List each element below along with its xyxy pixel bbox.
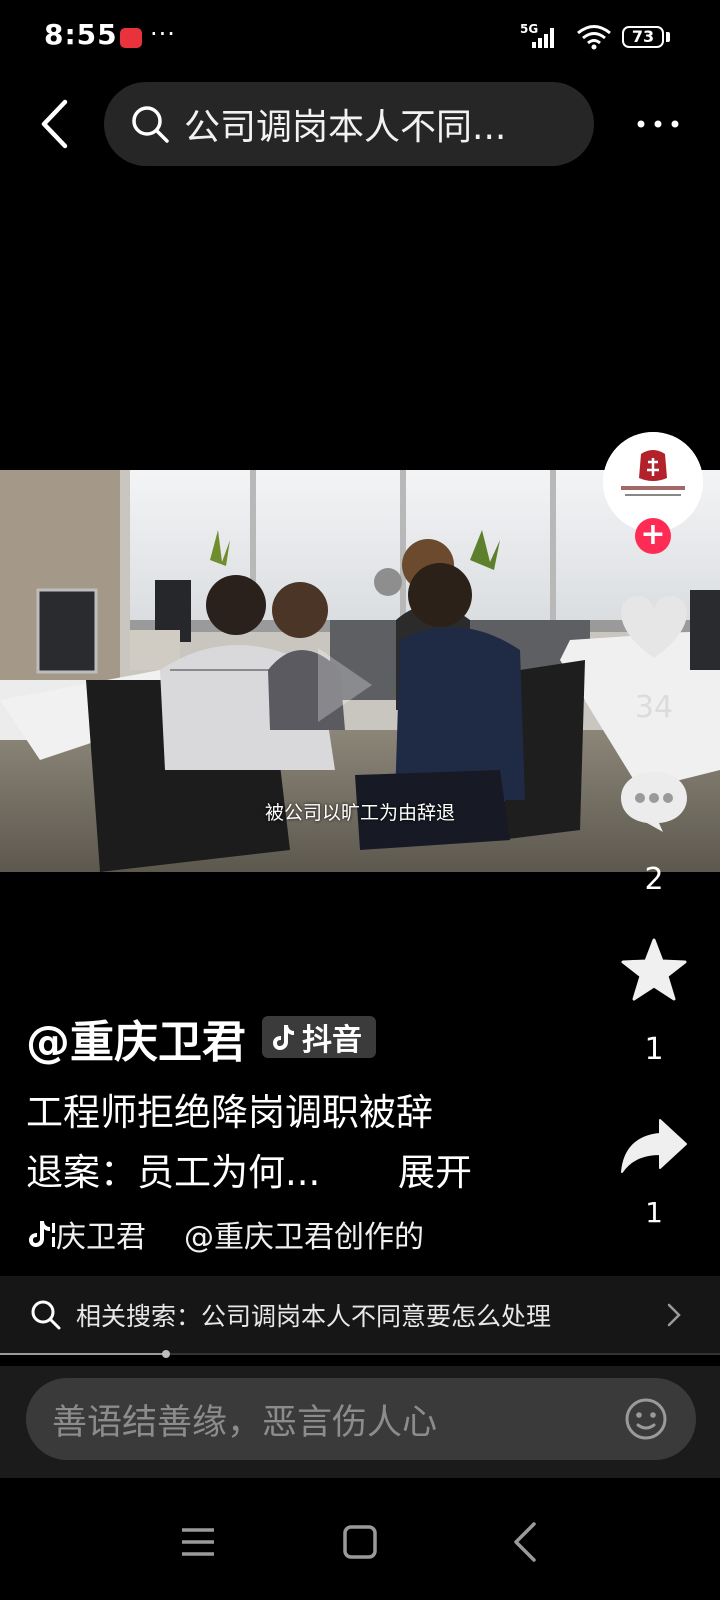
signal-icon: 5G (520, 22, 560, 54)
caption-line-1: 工程师拒绝降岗调职被辞 (26, 1091, 433, 1134)
video-progress-thumb[interactable] (161, 1350, 170, 1358)
expand-caption-button[interactable]: 展开 (398, 1142, 472, 1196)
status-time: 8:55 (44, 18, 118, 51)
share-button[interactable] (614, 1118, 694, 1174)
douyin-badge: 抖音 (262, 1016, 376, 1058)
chevron-right-icon (667, 1303, 681, 1327)
more-dots-icon (637, 120, 679, 128)
comment-placeholder: 善语结善缘，恶言伤人心 (52, 1402, 438, 1443)
battery-indicator: 73 (622, 26, 664, 48)
play-icon (310, 640, 380, 734)
menu-lines-icon (182, 1528, 214, 1556)
more-options-button[interactable] (628, 104, 688, 144)
related-search-bar[interactable]: 相关搜索：公司调岗本人不同意要怎么处理 (0, 1276, 720, 1354)
heart-icon (621, 596, 687, 658)
favorite-count: 1 (644, 1032, 664, 1067)
music-source: @重庆卫君创作的 (184, 1220, 424, 1255)
search-input[interactable]: 公司调岗本人不同... (104, 82, 594, 166)
wifi-icon (576, 24, 612, 54)
home-button[interactable] (340, 1522, 380, 1562)
notification-app-icon (120, 28, 142, 48)
emoji-icon (625, 1398, 667, 1440)
video-subtitle: 被公司以旷工为由辞退 (264, 802, 455, 824)
favorite-button[interactable] (614, 938, 694, 1002)
search-icon (130, 104, 170, 144)
douyin-badge-label: 抖音 (302, 1023, 362, 1058)
video-progress-fill (0, 1353, 166, 1355)
chevron-left-icon (41, 99, 68, 149)
battery-tip (666, 32, 670, 42)
share-arrow-icon (621, 1119, 687, 1173)
comment-button[interactable] (614, 770, 694, 834)
comment-count: 2 (644, 862, 664, 897)
network-type-label: 5G (520, 22, 538, 36)
star-icon (621, 938, 687, 1001)
emoji-button[interactable] (624, 1397, 668, 1441)
related-search-text: 相关搜索：公司调岗本人不同意要怎么处理 (76, 1302, 552, 1331)
music-author: 庆卫君 (56, 1220, 146, 1255)
back-button[interactable] (30, 94, 78, 154)
author-name[interactable]: @重庆卫君 (26, 1006, 246, 1070)
recent-apps-button[interactable] (178, 1522, 218, 1562)
like-count: 34 (634, 690, 674, 725)
douyin-note-icon (273, 1025, 294, 1050)
search-icon (31, 1300, 61, 1330)
share-count: 1 (645, 1196, 663, 1229)
follow-button[interactable]: + (635, 518, 671, 554)
search-query-text: 公司调岗本人不同... (184, 107, 507, 148)
caption-line-2: 退案：员工为何... (26, 1151, 321, 1194)
square-home-icon (343, 1525, 377, 1559)
chevron-left-icon (514, 1522, 536, 1562)
system-back-button[interactable] (506, 1520, 546, 1564)
like-button[interactable] (614, 594, 694, 660)
more-notifications-indicator: ··· (150, 20, 176, 48)
music-note-icon (29, 1221, 55, 1247)
music-info[interactable]: 庆卫君 @重庆卫君创作的 (28, 1212, 424, 1256)
comment-bubble-icon (621, 772, 687, 832)
comment-input[interactable]: 善语结善缘，恶言伤人心 (26, 1378, 696, 1460)
